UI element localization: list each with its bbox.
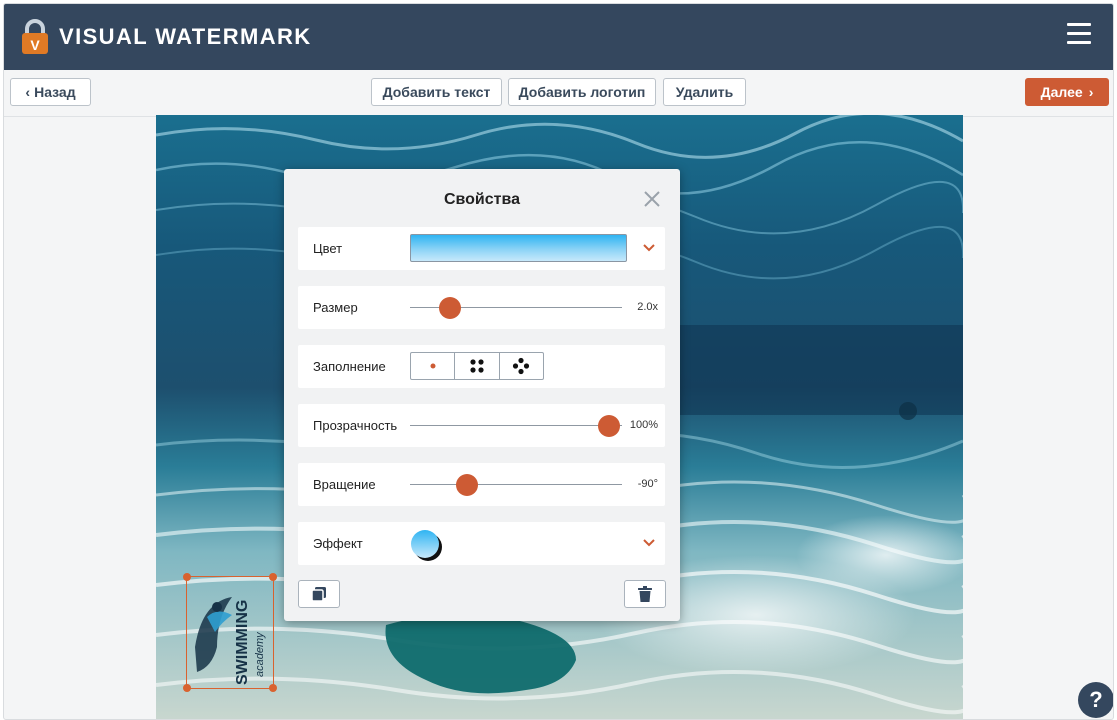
slider-track [410, 425, 622, 426]
trash-icon [638, 586, 652, 602]
app-header: V VISUAL WATERMARK [4, 4, 1113, 70]
add-text-button[interactable]: Добавить текст [371, 78, 502, 106]
size-label: Размер [313, 300, 358, 315]
chevron-down-icon[interactable] [643, 243, 655, 252]
watermark-text-main: SWIMMING [234, 600, 251, 685]
fill-row: Заполнение [298, 345, 665, 388]
resize-handle-bottom-right[interactable] [269, 684, 277, 692]
close-icon[interactable] [644, 191, 660, 207]
size-value: 2.0x [637, 301, 658, 313]
rotation-slider[interactable] [410, 463, 622, 506]
opacity-slider[interactable] [410, 404, 622, 447]
four-dots-icon [470, 359, 484, 373]
dialog-title: Свойства [443, 191, 521, 208]
fill-five-dots-option[interactable] [498, 353, 543, 379]
duplicate-button[interactable] [298, 580, 340, 608]
rotation-label: Вращение [313, 477, 376, 492]
help-button[interactable]: ? [1078, 682, 1113, 718]
rotation-row: Вращение -90° [298, 463, 665, 506]
fill-four-dots-option[interactable] [454, 353, 498, 379]
add-logo-button[interactable]: Добавить логотип [508, 78, 656, 106]
fill-single-option[interactable] [411, 353, 454, 379]
fill-mode-selector [410, 352, 544, 380]
five-dots-icon [513, 357, 530, 375]
resize-handle-bottom-left[interactable] [183, 684, 191, 692]
duplicate-icon [311, 587, 326, 602]
color-swatch[interactable] [410, 234, 627, 262]
trash-button[interactable] [624, 580, 666, 608]
app-title: VISUAL WATERMARK [59, 24, 312, 49]
size-slider[interactable] [410, 286, 622, 329]
opacity-label: Прозрачность [313, 418, 398, 433]
shadow-effect-icon[interactable] [410, 530, 444, 562]
rotation-value: -90° [637, 478, 658, 490]
slider-thumb[interactable] [439, 297, 462, 319]
watermark-text-sub: academy [254, 631, 266, 677]
color-label: Цвет [313, 241, 343, 256]
next-button[interactable]: Далее › [1025, 78, 1109, 106]
slider-thumb[interactable] [456, 474, 479, 496]
chevron-down-icon[interactable] [643, 538, 655, 547]
back-button-label: Назад [34, 84, 76, 100]
watermark-logo: SWIMMING academy [195, 597, 266, 685]
opacity-value: 100% [629, 419, 658, 431]
effect-label: Эффект [313, 536, 363, 551]
hamburger-menu-icon[interactable] [1067, 23, 1091, 47]
slider-thumb[interactable] [598, 415, 621, 437]
opacity-row: Прозрачность 100% [298, 404, 665, 447]
next-button-label: Далее [1040, 84, 1083, 100]
effect-row: Эффект [298, 522, 665, 565]
chevron-right-icon: › [1088, 84, 1094, 100]
slider-track [410, 484, 622, 485]
lock-logo-icon: V [22, 19, 48, 54]
chevron-left-icon: ‹ [25, 84, 31, 100]
properties-dialog: Свойства Цвет Размер 2.0x Заполнение Про… [284, 169, 680, 621]
toolbar: ‹ Назад Добавить текст Добавить логотип У… [4, 70, 1113, 117]
logo-letter: V [30, 37, 40, 53]
back-button[interactable]: ‹ Назад [10, 78, 91, 106]
resize-handle-top-right[interactable] [269, 573, 277, 581]
size-row: Размер 2.0x [298, 286, 665, 329]
single-dot-icon [430, 363, 436, 369]
app-window: V VISUAL WATERMARK ‹ Назад Добавить текст… [3, 3, 1114, 720]
fill-label: Заполнение [313, 359, 386, 374]
watermark-selection[interactable]: SWIMMING academy [183, 573, 277, 692]
delete-button[interactable]: Удалить [663, 78, 746, 106]
resize-handle-top-left[interactable] [183, 573, 191, 581]
color-row: Цвет [298, 227, 665, 270]
